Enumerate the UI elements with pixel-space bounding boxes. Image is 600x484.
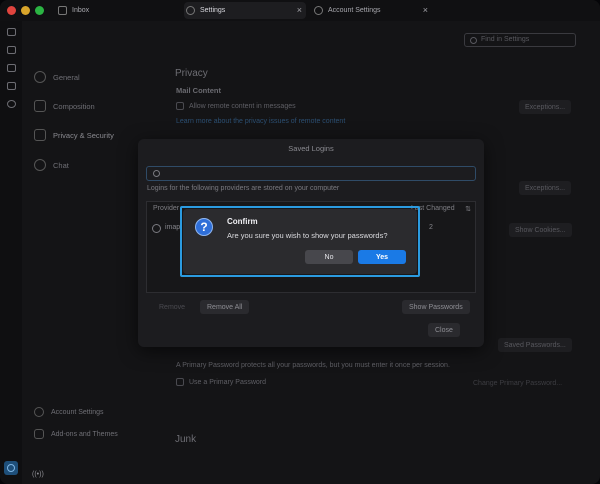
exceptions-button[interactable]: Exceptions...	[519, 181, 572, 195]
question-icon: ?	[195, 218, 213, 236]
primary-password-description: A Primary Password protects all your pas…	[176, 362, 450, 369]
inbox-icon	[58, 6, 67, 15]
spaces-toolbar	[0, 21, 22, 484]
confirm-dialog: ? Confirm Are you sure you wish to show …	[183, 209, 417, 274]
settings-space-button[interactable]	[4, 461, 18, 475]
sidebar-item-addons-themes[interactable]: Add-ons and Themes	[34, 429, 118, 439]
mail-content-heading: Mail Content	[176, 86, 221, 95]
account-icon	[34, 407, 44, 417]
show-passwords-button[interactable]: Show Passwords	[402, 300, 470, 314]
gear-icon	[34, 71, 46, 83]
change-primary-password-button[interactable]: Change Primary Password...	[467, 376, 568, 390]
minimize-window-button[interactable]	[21, 6, 30, 15]
mail-icon[interactable]	[7, 28, 16, 36]
globe-icon	[152, 224, 161, 233]
zoom-window-button[interactable]	[35, 6, 44, 15]
saved-passwords-button[interactable]: Saved Passwords...	[498, 338, 572, 352]
remove-button[interactable]: Remove	[152, 300, 192, 314]
close-tab-icon[interactable]: ×	[297, 5, 302, 15]
account-icon	[314, 6, 323, 15]
sidebar-item-general[interactable]: General	[34, 71, 80, 83]
logins-filter-input[interactable]	[146, 166, 476, 181]
column-picker-icon[interactable]: ⇅	[465, 205, 471, 213]
gear-icon	[186, 6, 195, 15]
privacy-heading: Privacy	[175, 68, 208, 79]
close-window-button[interactable]	[7, 6, 16, 15]
search-input[interactable]: Find in Settings	[464, 33, 576, 47]
sidebar-item-composition[interactable]: Composition	[34, 100, 95, 112]
tab-inbox-label: Inbox	[72, 7, 90, 14]
close-tab-icon[interactable]: ×	[423, 5, 428, 15]
gear-icon	[7, 464, 15, 472]
sidebar-item-label: Chat	[53, 160, 69, 170]
tab-settings[interactable]: Settings ×	[184, 2, 306, 19]
lock-icon	[34, 129, 46, 141]
yes-button[interactable]: Yes	[358, 250, 406, 264]
tasks-icon[interactable]	[7, 82, 16, 90]
column-header-provider[interactable]: Provider	[153, 205, 179, 212]
checkbox[interactable]	[176, 102, 184, 110]
remove-all-button[interactable]: Remove All	[200, 300, 250, 314]
junk-heading: Junk	[175, 434, 197, 445]
chat-icon	[34, 159, 46, 171]
thunderbird-window: Inbox Settings × Account Settings × ((•)…	[0, 0, 600, 484]
chat-space-icon[interactable]	[7, 100, 16, 108]
tab-inbox[interactable]: Inbox	[58, 2, 89, 19]
calendar-icon[interactable]	[7, 64, 16, 72]
no-button[interactable]: No	[305, 250, 353, 264]
logins-description: Logins for the following providers are s…	[147, 185, 340, 192]
sidebar-item-label: Privacy & Security	[53, 130, 114, 140]
sidebar-item-chat[interactable]: Chat	[34, 159, 69, 171]
exceptions-button[interactable]: Exceptions...	[519, 100, 572, 114]
use-primary-password-option[interactable]: Use a Primary Password	[176, 378, 266, 386]
address-book-icon[interactable]	[7, 46, 16, 54]
tab-account-settings[interactable]: Account Settings ×	[312, 2, 432, 19]
use-primary-password-label: Use a Primary Password	[189, 378, 267, 386]
confirm-title: Confirm	[227, 217, 258, 226]
confirm-message: Are you sure you wish to show your passw…	[227, 231, 388, 240]
close-button[interactable]: Close	[428, 323, 460, 337]
title-bar: Inbox Settings × Account Settings ×	[0, 0, 600, 21]
checkbox[interactable]	[176, 378, 184, 386]
remote-content-option[interactable]: Allow remote content in messages	[176, 102, 296, 110]
pencil-icon	[34, 100, 46, 112]
table-row-changed: 2	[429, 224, 433, 231]
tab-account-settings-label: Account Settings	[328, 7, 381, 14]
sidebar-item-privacy-security[interactable]: Privacy & Security	[34, 129, 114, 141]
sidebar-item-account-settings[interactable]: Account Settings	[34, 407, 104, 417]
privacy-learn-more-link[interactable]: Learn more about the privacy issues of r…	[176, 118, 345, 125]
sidebar-item-label: General	[53, 72, 80, 82]
sidebar-item-label: Account Settings	[51, 408, 104, 416]
remote-content-label: Allow remote content in messages	[189, 102, 296, 110]
table-row-provider[interactable]: imap	[165, 224, 180, 231]
sidebar-item-label: Composition	[53, 101, 95, 111]
tab-settings-label: Settings	[200, 7, 226, 14]
sidebar-item-label: Add-ons and Themes	[51, 430, 118, 438]
show-cookies-button[interactable]: Show Cookies...	[509, 223, 572, 237]
saved-logins-title: Saved Logins	[288, 144, 334, 153]
puzzle-icon	[34, 429, 44, 439]
